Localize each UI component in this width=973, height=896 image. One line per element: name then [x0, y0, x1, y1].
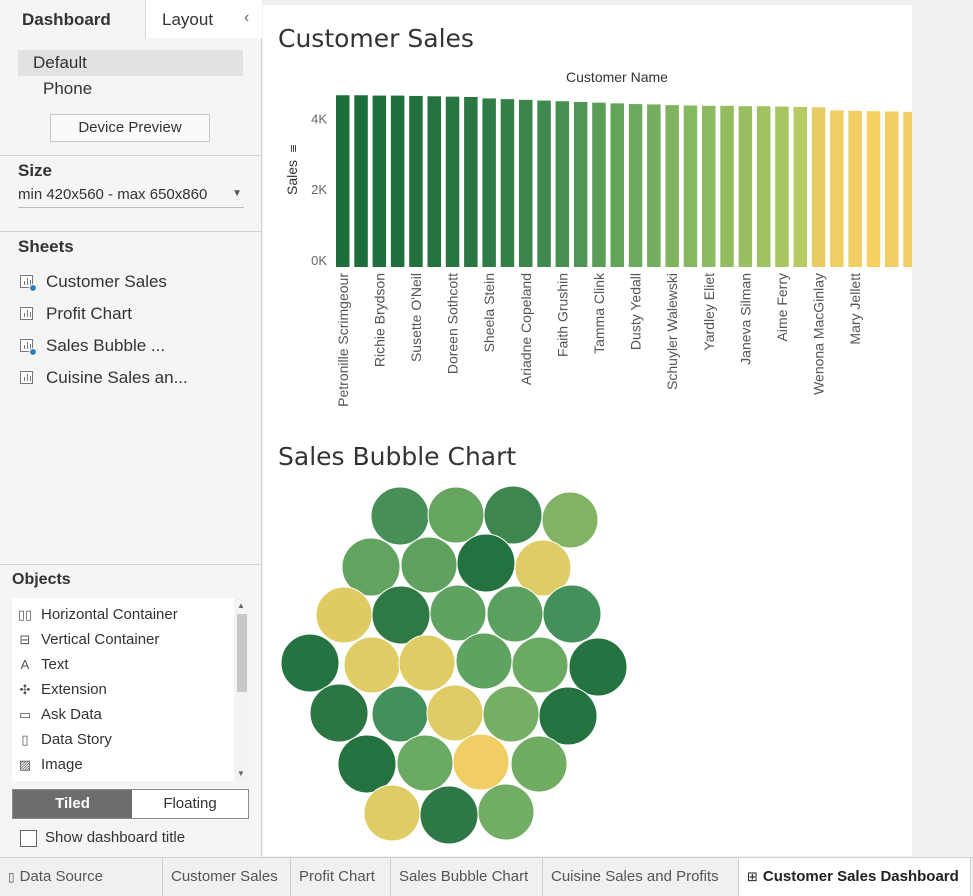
device-preview-button[interactable]: Device Preview [50, 114, 210, 142]
objects-scrollbar[interactable]: ▲ ▼ [234, 598, 248, 781]
object-item[interactable]: ▯ Data Story [16, 728, 112, 752]
sheet-tab[interactable]: Sales Bubble Chart [391, 858, 543, 896]
active-tab-label: Customer Sales Dashboard [762, 868, 959, 885]
divider [0, 155, 261, 156]
sheets-section-title: Sheets [18, 237, 74, 256]
object-item-label: Text [41, 656, 69, 673]
horizontal-container-icon: ▯▯ [17, 607, 33, 622]
object-item[interactable]: ▭ Ask Data [16, 703, 102, 727]
dashboard-side-pane: Dashboard Layout ‹ Default Phone Device … [0, 0, 262, 857]
bubble[interactable] [280, 633, 340, 693]
checkbox-box[interactable] [20, 830, 37, 847]
bubble[interactable] [337, 734, 397, 794]
bubble[interactable] [486, 585, 544, 643]
bubble[interactable] [511, 636, 569, 694]
bubble[interactable] [315, 586, 373, 644]
chevron-down-icon: ▼ [232, 188, 242, 199]
worksheet-icon [20, 307, 33, 320]
bubble[interactable] [455, 632, 513, 690]
show-dashboard-title-label: Show dashboard title [45, 829, 186, 846]
scroll-down-icon[interactable]: ▼ [237, 769, 245, 778]
sheet-tab[interactable]: Customer Sales [163, 858, 291, 896]
object-item[interactable]: ▨ Image [16, 753, 83, 777]
size-dropdown-value: min 420x560 - max 650x860 [18, 186, 208, 203]
sheet-item-label: Customer Sales [46, 272, 167, 291]
layout-mode-toggle: Tiled Floating [12, 789, 249, 819]
dashboard-icon: ⊞ [747, 869, 758, 884]
bubble[interactable] [542, 584, 602, 644]
sheet-tab[interactable]: Cuisine Sales and Profits [543, 858, 739, 896]
bubble[interactable] [456, 533, 516, 593]
sheet-item-label: Cuisine Sales an... [46, 368, 188, 387]
object-item-label: Vertical Container [41, 631, 160, 648]
device-phone[interactable]: Phone [18, 76, 243, 102]
object-item[interactable]: A Text [16, 653, 69, 677]
floating-button[interactable]: Floating [132, 790, 248, 818]
sheet-item-label: Profit Chart [46, 304, 132, 323]
tiled-button[interactable]: Tiled [13, 790, 132, 818]
bubble[interactable] [426, 684, 484, 742]
bubble[interactable] [398, 634, 456, 692]
bubble[interactable] [452, 733, 510, 791]
size-dropdown[interactable]: min 420x560 - max 650x860 ▼ [18, 186, 244, 208]
tab-data-source[interactable]: ▯ Data Source [0, 858, 163, 896]
data-source-label: Data Source [19, 868, 103, 885]
data-story-icon: ▯ [21, 732, 29, 747]
size-section-title: Size [18, 161, 53, 180]
bubble[interactable] [371, 685, 429, 743]
ask-data-icon: ▭ [18, 707, 32, 722]
device-default[interactable]: Default [18, 50, 243, 76]
tab-dashboard[interactable]: Dashboard [0, 0, 146, 39]
bubble[interactable] [370, 486, 430, 546]
scroll-up-icon[interactable]: ▲ [237, 601, 245, 610]
extension-icon: ✣ [19, 682, 31, 697]
object-item-label: Ask Data [41, 706, 102, 723]
sheet-tab-strip: ▯ Data Source Customer Sales Profit Chart S… [0, 857, 973, 896]
side-pane-tabs: Dashboard Layout ‹ [0, 0, 262, 39]
worksheet-icon [20, 371, 33, 384]
image-icon: ▨ [18, 757, 32, 772]
object-item-label: Data Story [41, 731, 112, 748]
bubble[interactable] [510, 735, 568, 793]
tab-customer-sales-dashboard[interactable]: ⊞ Customer Sales Dashboard [739, 858, 971, 896]
objects-list: ▯▯ Horizontal Container ⊟ Vertical Containe… [12, 598, 248, 781]
bubble[interactable] [343, 636, 401, 694]
sales-bubble-chart[interactable] [263, 5, 912, 856]
in-use-check-icon [29, 284, 37, 292]
divider [0, 564, 261, 565]
text-icon: A [20, 657, 30, 672]
bubble[interactable] [400, 536, 458, 594]
in-use-check-icon [29, 348, 37, 356]
database-icon: ▯ [8, 870, 15, 884]
object-item[interactable]: ⊟ Vertical Container [16, 628, 160, 652]
sheet-item-label: Sales Bubble ... [46, 336, 166, 355]
objects-section-title: Objects [12, 571, 71, 588]
object-item-label: Horizontal Container [41, 606, 178, 623]
bubble[interactable] [396, 734, 454, 792]
worksheet-icon [20, 339, 37, 356]
worksheet-icon [20, 275, 37, 292]
bubble[interactable] [482, 685, 540, 743]
scrollbar-thumb[interactable] [237, 614, 247, 692]
bubble[interactable] [568, 637, 628, 697]
bubble[interactable] [363, 784, 421, 842]
dashboard-canvas: Customer Sales Customer Name Sales ≡ 0K 2K 4K… [263, 5, 912, 856]
bubble[interactable] [419, 785, 479, 845]
object-item[interactable]: ✣ Extension [16, 678, 107, 702]
bubble[interactable] [541, 491, 599, 549]
bubble[interactable] [427, 486, 485, 544]
object-item-label: Image [41, 756, 83, 773]
vertical-container-icon: ⊟ [19, 632, 31, 647]
object-item[interactable]: ▯▯ Horizontal Container [16, 603, 178, 627]
bubble[interactable] [477, 783, 535, 841]
divider [0, 231, 261, 232]
sheet-tab[interactable]: Profit Chart [291, 858, 391, 896]
collapse-pane-icon[interactable]: ‹ [244, 9, 249, 27]
object-item-label: Extension [41, 681, 107, 698]
bubble[interactable] [538, 686, 598, 746]
bubble[interactable] [309, 683, 369, 743]
bubble[interactable] [429, 584, 487, 642]
